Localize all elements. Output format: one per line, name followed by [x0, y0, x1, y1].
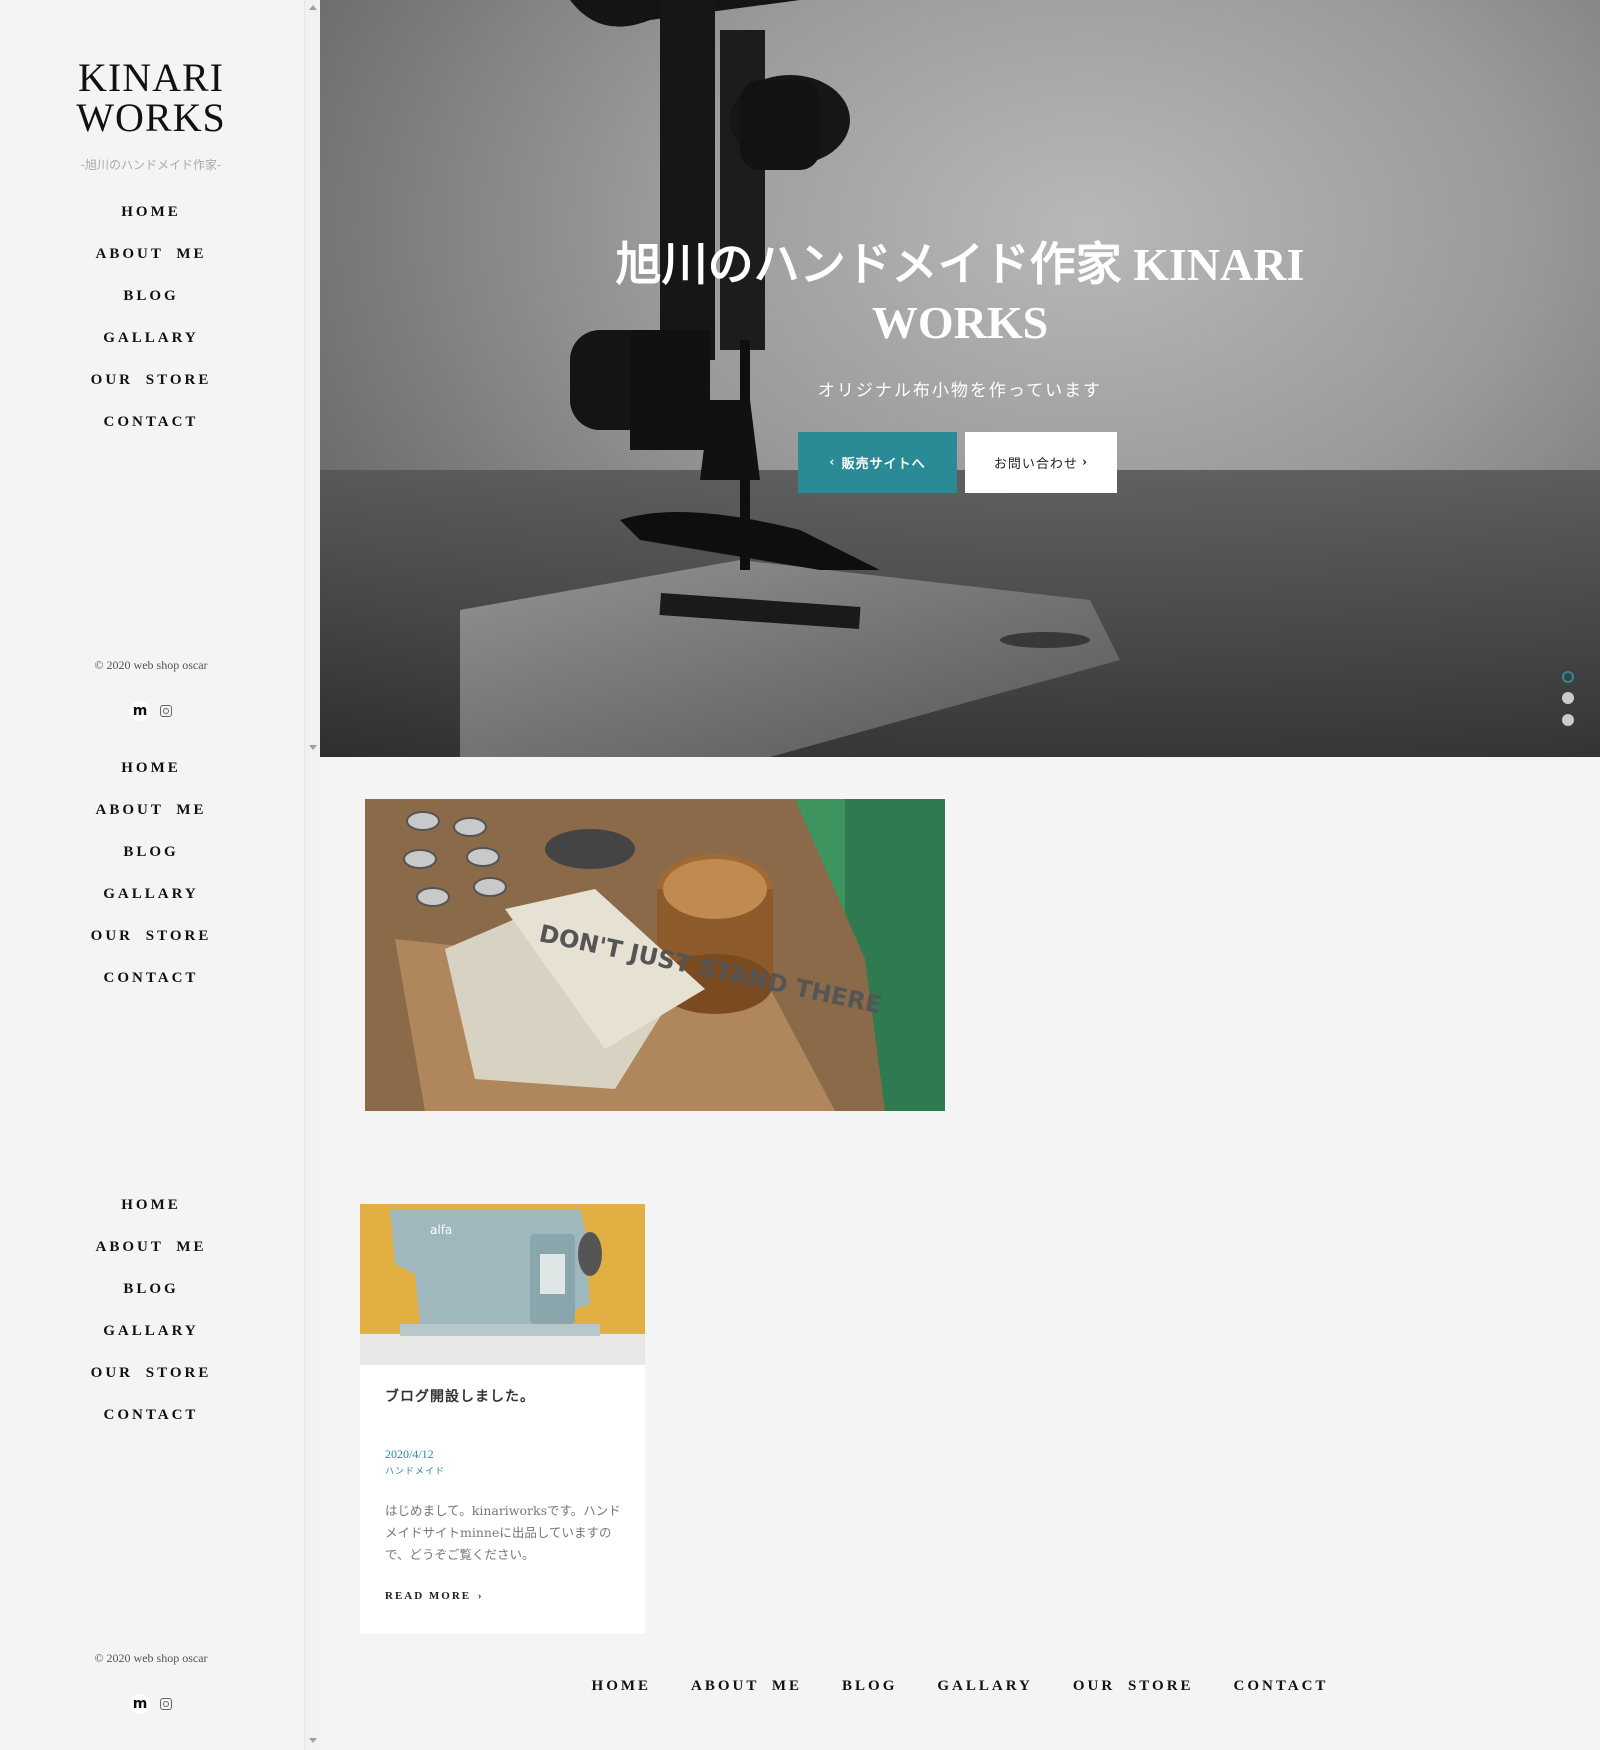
- footer-nav-about[interactable]: ABOUT ME: [691, 1678, 802, 1695]
- nav-item-gallary[interactable]: GALLARY: [0, 317, 302, 359]
- contact-label: お問い合わせ: [993, 457, 1078, 472]
- footer-nav-home[interactable]: HOME: [592, 1678, 652, 1695]
- footer-nav-store[interactable]: OUR STORE: [1073, 1678, 1194, 1695]
- nav-item-contact[interactable]: CONTACT: [0, 1394, 302, 1436]
- logo-line2: WORKS: [76, 95, 226, 140]
- slide-dot-3[interactable]: [1562, 714, 1574, 726]
- nav-item-blog[interactable]: BLOG: [0, 275, 302, 317]
- minne-icon[interactable]: m: [130, 701, 150, 721]
- slide-dot-1[interactable]: [1562, 671, 1574, 683]
- sidebar-nav-secondary: HOME ABOUT ME BLOG GALLARY OUR STORE CON…: [0, 747, 302, 999]
- sidebar-nav-primary: HOME ABOUT ME BLOG GALLARY OUR STORE CON…: [0, 191, 302, 443]
- blog-card[interactable]: alfa ブログ開設しました。 2020/4/12 ハンドメイド はじめまして。…: [360, 1204, 645, 1634]
- nav-item-store[interactable]: OUR STORE: [0, 1352, 302, 1394]
- blog-excerpt: はじめまして。kinariworksです。ハンドメイドサイトminneに出品して…: [385, 1503, 621, 1562]
- sidebar-nav-tertiary: HOME ABOUT ME BLOG GALLARY OUR STORE CON…: [0, 1184, 302, 1436]
- nav-item-blog[interactable]: BLOG: [0, 1268, 302, 1310]
- scroll-down-icon[interactable]: [309, 745, 317, 750]
- copyright: © 2020 web shop oscar: [94, 1651, 208, 1665]
- site-tagline: -旭川のハンドメイド作家-: [80, 158, 222, 172]
- sidebar: KINARI WORKS -旭川のハンドメイド作家- HOME ABOUT ME…: [0, 0, 304, 1750]
- sell-site-label: 販売サイトへ: [841, 457, 926, 472]
- chevron-left-icon: ‹: [829, 455, 836, 470]
- footer-nav-blog[interactable]: BLOG: [842, 1678, 897, 1695]
- scroll-up-icon[interactable]: [309, 5, 317, 10]
- social-links: m: [0, 1694, 302, 1714]
- hero-title: 旭川のハンドメイド作家 KINARI WORKS: [615, 239, 1305, 348]
- sidebar-scrollbar[interactable]: [304, 0, 320, 1750]
- nav-item-contact[interactable]: CONTACT: [0, 401, 302, 443]
- instagram-icon[interactable]: [160, 705, 172, 717]
- site-logo[interactable]: KINARI WORKS: [0, 58, 302, 138]
- nav-item-gallary[interactable]: GALLARY: [0, 1310, 302, 1352]
- footer-nav-gallary[interactable]: GALLARY: [937, 1678, 1032, 1695]
- blog-date: 2020/4/12: [385, 1447, 434, 1461]
- nav-item-store[interactable]: OUR STORE: [0, 359, 302, 401]
- notebook-desk-image: DON'T JUST STAND THERE: [365, 799, 945, 1111]
- sell-site-button[interactable]: ‹ 販売サイトへ: [798, 432, 957, 493]
- contact-button[interactable]: お問い合わせ ›: [965, 432, 1117, 493]
- nav-item-contact[interactable]: CONTACT: [0, 957, 302, 999]
- chevron-right-icon: ›: [477, 1590, 484, 1602]
- nav-item-home[interactable]: HOME: [0, 191, 302, 233]
- footer-nav: HOME ABOUT ME BLOG GALLARY OUR STORE CON…: [320, 1678, 1600, 1695]
- read-more-label: READ MORE: [385, 1590, 472, 1602]
- blog-thumbnail[interactable]: alfa: [360, 1204, 645, 1365]
- footer-nav-contact[interactable]: CONTACT: [1234, 1678, 1329, 1695]
- scroll-down-icon[interactable]: [309, 1738, 317, 1743]
- nav-item-about[interactable]: ABOUT ME: [0, 1226, 302, 1268]
- instagram-icon[interactable]: [160, 1698, 172, 1710]
- nav-item-home[interactable]: HOME: [0, 1184, 302, 1226]
- hero-slider: 旭川のハンドメイド作家 KINARI WORKS オリジナル布小物を作っています…: [320, 0, 1600, 757]
- feature-image[interactable]: DON'T JUST STAND THERE: [365, 799, 945, 1111]
- blog-category[interactable]: ハンドメイド: [385, 1464, 445, 1477]
- machine-brand-text: alfa: [430, 1223, 452, 1237]
- nav-item-store[interactable]: OUR STORE: [0, 915, 302, 957]
- minne-icon[interactable]: m: [130, 1694, 150, 1714]
- slide-dot-2[interactable]: [1562, 692, 1574, 704]
- blog-title[interactable]: ブログ開設しました。: [385, 1386, 535, 1406]
- nav-item-home[interactable]: HOME: [0, 747, 302, 789]
- vintage-sewing-machine-image: alfa: [360, 1204, 645, 1365]
- nav-item-about[interactable]: ABOUT ME: [0, 233, 302, 275]
- hero-subtitle: オリジナル布小物を作っています: [817, 381, 1103, 401]
- chevron-right-icon: ›: [1081, 455, 1089, 470]
- logo-line1: KINARI: [78, 55, 224, 100]
- read-more-link[interactable]: READ MORE ›: [385, 1590, 484, 1602]
- copyright: © 2020 web shop oscar: [94, 658, 208, 672]
- nav-item-about[interactable]: ABOUT ME: [0, 789, 302, 831]
- social-links: m: [0, 701, 302, 721]
- nav-item-blog[interactable]: BLOG: [0, 831, 302, 873]
- nav-item-gallary[interactable]: GALLARY: [0, 873, 302, 915]
